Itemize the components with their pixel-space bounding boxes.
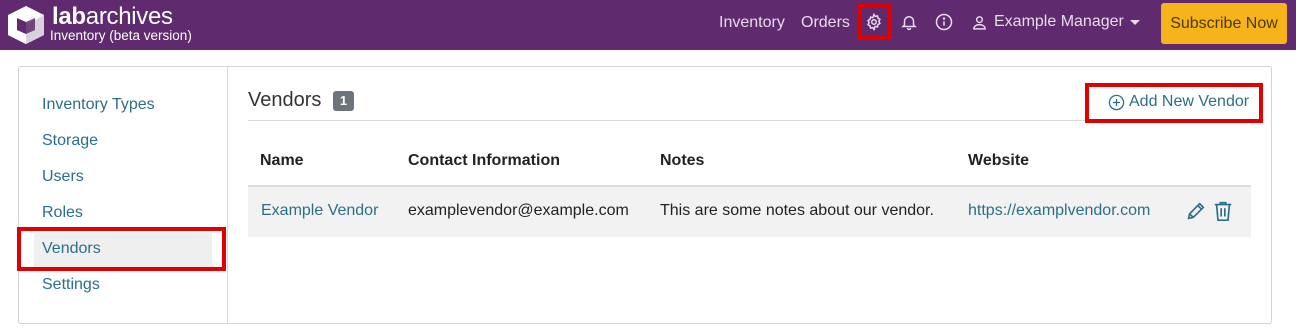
vendor-count-badge: 1 xyxy=(333,91,354,111)
column-header-contact: Contact Information xyxy=(408,152,560,169)
pencil-icon[interactable] xyxy=(1185,199,1207,223)
page-title: Vendors xyxy=(248,89,322,111)
trash-icon[interactable] xyxy=(1212,199,1234,223)
sidebar-item-users[interactable]: Users xyxy=(42,167,84,187)
column-header-website: Website xyxy=(968,152,1030,169)
user-name: Example Manager xyxy=(994,13,1124,30)
user-icon xyxy=(973,15,986,30)
brand[interactable]: labarchives Inventory (beta version) xyxy=(50,3,192,43)
vendor-contact: examplevendor@example.com xyxy=(408,202,629,219)
brand-lab: lab xyxy=(52,3,86,30)
user-menu[interactable]: Example Manager xyxy=(971,12,1140,32)
sidebar-item-roles[interactable]: Roles xyxy=(42,203,83,223)
vendors-highlight xyxy=(17,227,226,271)
gear-highlight xyxy=(857,3,891,40)
vendor-website-link[interactable]: https://examplvendor.com xyxy=(968,201,1150,221)
sidebar-item-settings[interactable]: Settings xyxy=(42,275,100,295)
sidebar-item-inventory-types[interactable]: Inventory Types xyxy=(42,95,155,115)
bell-icon[interactable] xyxy=(900,13,918,31)
info-icon[interactable] xyxy=(935,13,953,31)
chevron-down-icon xyxy=(1129,19,1140,25)
nav-orders[interactable]: Orders xyxy=(801,13,850,33)
vendor-name-link[interactable]: Example Vendor xyxy=(261,201,378,221)
top-navbar: labarchives Inventory (beta version) Inv… xyxy=(0,0,1296,50)
app-subtitle: Inventory (beta version) xyxy=(50,28,192,43)
nav-inventory[interactable]: Inventory xyxy=(719,13,785,33)
vendor-notes: This are some notes about our vendor. xyxy=(660,202,934,219)
subscribe-button[interactable]: Subscribe Now xyxy=(1161,3,1287,44)
add-vendor-highlight xyxy=(1085,83,1263,123)
sidebar-item-storage[interactable]: Storage xyxy=(42,131,98,151)
column-header-notes: Notes xyxy=(660,152,705,169)
labarchives-logo-icon[interactable] xyxy=(6,4,46,46)
brand-archives: archives xyxy=(85,3,173,30)
column-header-name: Name xyxy=(260,152,304,169)
sidebar: Inventory Types Storage Users Roles Vend… xyxy=(19,67,228,323)
